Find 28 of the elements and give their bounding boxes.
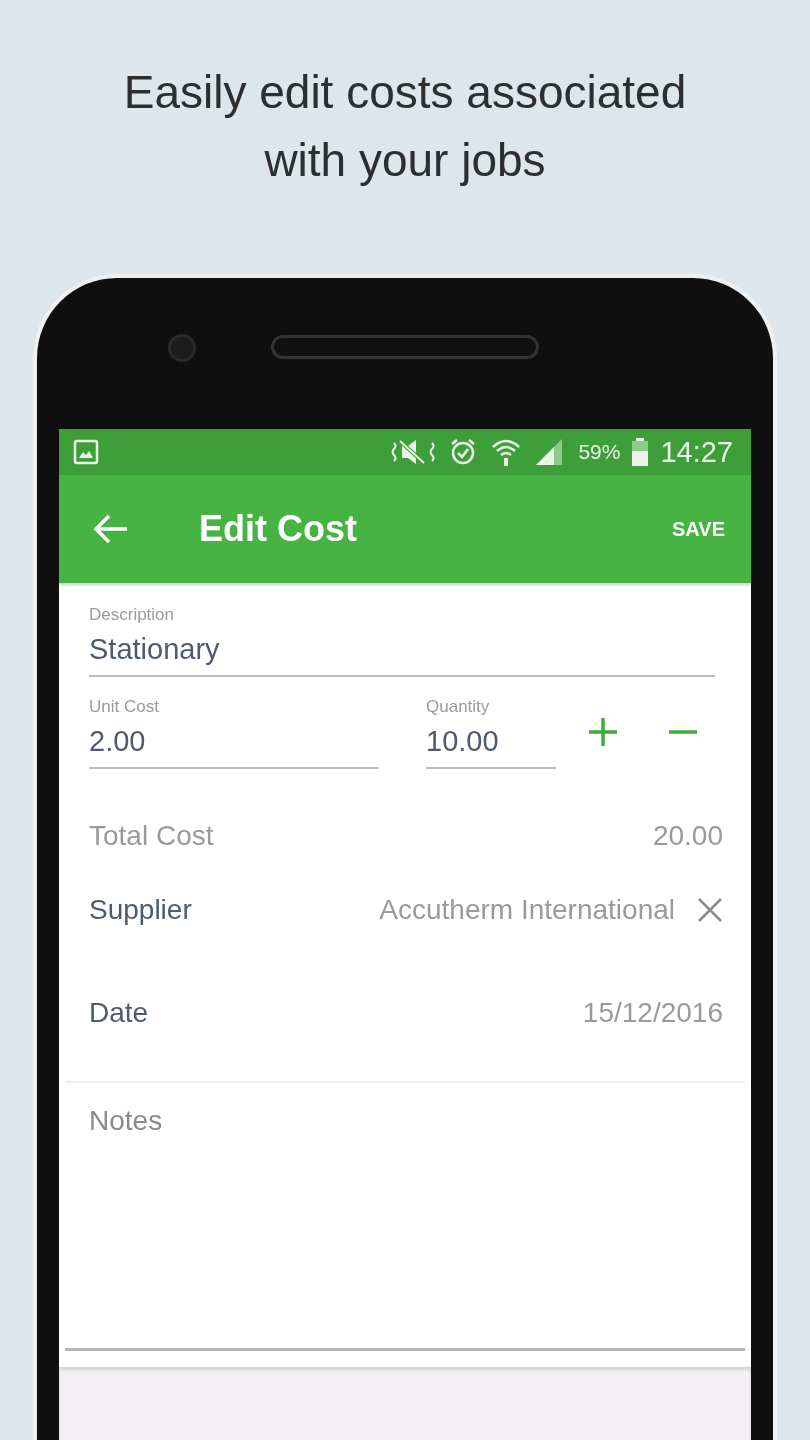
- camera-icon: [168, 334, 196, 362]
- detail-row[interactable]: Date 15/12/2016: [59, 945, 751, 1081]
- close-icon[interactable]: [697, 897, 723, 923]
- field-label: Quantity: [426, 697, 491, 717]
- row-label: Supplier: [89, 894, 192, 926]
- unit-cost-field[interactable]: Unit Cost 2.00: [89, 697, 379, 769]
- row-label: Date: [89, 997, 149, 1029]
- row-value: Accutherm International: [379, 894, 675, 926]
- battery-icon: [632, 438, 649, 466]
- field-value: 10.00: [426, 724, 500, 759]
- row-value: 15/12/2016: [582, 997, 723, 1029]
- description-field[interactable]: Description Stationary: [89, 605, 715, 677]
- battery-percent: 59%: [578, 440, 621, 464]
- clock: 14:27: [660, 435, 733, 469]
- total-value: 20.00: [652, 820, 723, 852]
- mute-icon: [390, 437, 437, 467]
- field-value: Stationary: [89, 632, 221, 667]
- detail-row[interactable]: Supplier Accutherm International: [59, 875, 751, 945]
- screen-title: Edit Cost: [199, 508, 358, 550]
- image-icon: [73, 439, 99, 465]
- headline: Easily edit costs associated with your jobs: [122, 65, 688, 188]
- field-label: Description: [89, 605, 176, 625]
- total-label: Total Cost: [89, 820, 214, 852]
- field-label: Unit Cost: [89, 697, 160, 717]
- quantity-field[interactable]: Quantity 10.00: [426, 697, 556, 769]
- plus-icon[interactable]: [588, 717, 618, 747]
- field-value: 2.00: [89, 724, 147, 759]
- back-button[interactable]: [93, 513, 129, 545]
